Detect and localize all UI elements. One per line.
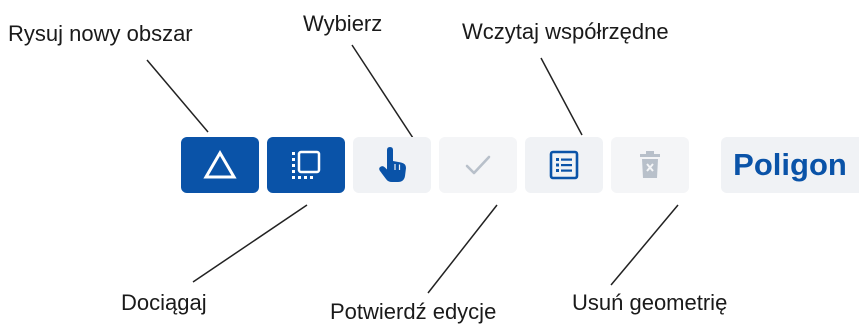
list-icon — [548, 149, 580, 181]
select-button[interactable] — [353, 137, 431, 193]
callout-confirm-edit: Potwierdź edycje — [330, 299, 497, 324]
callout-select: Wybierz — [303, 11, 383, 36]
callout-delete-geometry: Usuń geometrię — [572, 290, 728, 315]
snap-icon — [289, 148, 323, 182]
callout-draw-new-area: Rysuj nowy obszar — [8, 21, 193, 46]
hand-pointer-icon — [375, 146, 409, 184]
trash-icon — [637, 149, 663, 181]
load-coordinates-button[interactable] — [525, 137, 603, 193]
snap-button[interactable] — [267, 137, 345, 193]
triangle-icon — [203, 150, 237, 180]
mode-indicator: Poligon — [721, 137, 859, 193]
checkmark-icon — [463, 152, 493, 178]
confirm-edit-button[interactable] — [439, 137, 517, 193]
callout-snap: Dociągaj — [121, 290, 207, 315]
callout-load-coordinates: Wczytaj współrzędne — [462, 19, 669, 44]
delete-geometry-button[interactable] — [611, 137, 689, 193]
draw-new-area-button[interactable] — [181, 137, 259, 193]
